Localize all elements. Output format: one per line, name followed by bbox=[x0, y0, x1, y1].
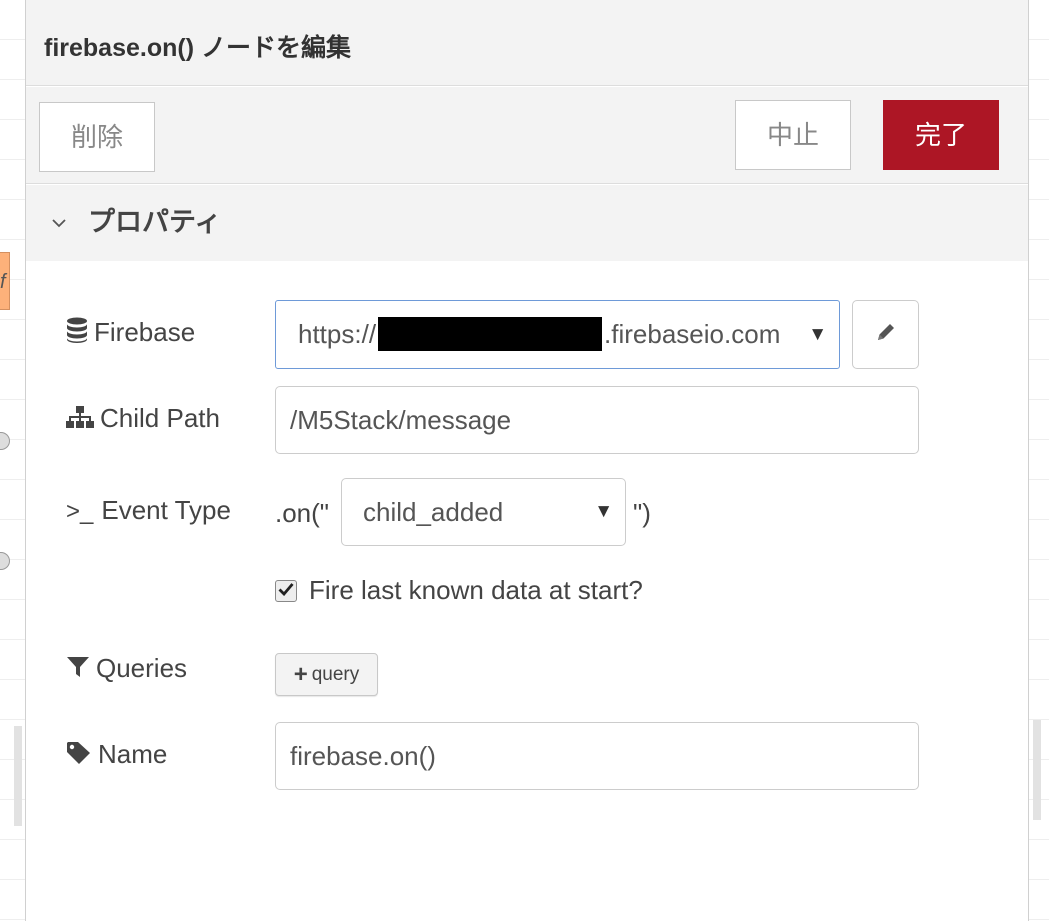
tray-toolbar: 削除 中止 完了 bbox=[26, 87, 1028, 184]
firebase-config-select[interactable]: https:// .firebaseio.com ▼ bbox=[275, 300, 840, 369]
name-label: Name bbox=[66, 734, 167, 774]
terminal-icon: >_ bbox=[66, 498, 94, 526]
child-path-label-text: Child Path bbox=[100, 403, 220, 433]
pencil-icon bbox=[875, 321, 897, 348]
firebase-label-text: Firebase bbox=[94, 317, 196, 347]
event-type-value: child_added bbox=[363, 497, 504, 527]
done-button[interactable]: 完了 bbox=[883, 100, 999, 170]
event-type-label-text: Event Type bbox=[101, 495, 231, 525]
add-query-label: query bbox=[311, 664, 360, 685]
plus-icon: + bbox=[293, 661, 308, 688]
filter-icon bbox=[66, 650, 90, 690]
delete-button[interactable]: 削除 bbox=[39, 102, 155, 172]
redacted-block bbox=[378, 317, 603, 352]
child-path-input[interactable]: /M5Stack/message bbox=[275, 386, 919, 454]
dropdown-caret-icon: ▼ bbox=[808, 324, 827, 345]
firebase-url-prefix: https:// bbox=[298, 319, 377, 349]
dropdown-caret-icon: ▼ bbox=[594, 501, 613, 522]
fire-last-checkbox[interactable] bbox=[275, 580, 297, 602]
edit-config-button[interactable] bbox=[852, 300, 919, 369]
database-icon bbox=[66, 314, 88, 354]
name-input[interactable]: firebase.on() bbox=[275, 722, 919, 790]
edit-tray: firebase.on() ノードを編集 削除 中止 完了 プロパティ Fire… bbox=[26, 14, 1028, 921]
on-suffix-text: ") bbox=[633, 498, 651, 528]
workspace-top-strip bbox=[0, 0, 1049, 14]
tag-icon bbox=[66, 736, 92, 776]
firebase-url-suffix: .firebaseio.com bbox=[604, 319, 781, 349]
workspace-left bbox=[0, 0, 26, 921]
workspace-scrollbar[interactable] bbox=[14, 726, 22, 826]
section-title: プロパティ bbox=[88, 207, 222, 237]
event-type-label: >_ Event Type bbox=[66, 490, 231, 530]
on-prefix-text: .on(" bbox=[275, 498, 330, 528]
tray-scrollbar[interactable] bbox=[1033, 720, 1041, 820]
tray-title: firebase.on() ノードを編集 bbox=[26, 14, 1028, 86]
properties-section-header[interactable]: プロパティ bbox=[26, 185, 1028, 261]
fire-last-label[interactable]: Fire last known data at start? bbox=[309, 570, 643, 610]
add-query-button[interactable]: + query bbox=[275, 653, 378, 696]
chevron-down-icon bbox=[52, 185, 66, 259]
child-path-label: Child Path bbox=[66, 398, 220, 438]
cancel-button[interactable]: 中止 bbox=[735, 100, 851, 170]
checkmark-icon bbox=[278, 582, 294, 601]
queries-label: Queries bbox=[66, 648, 187, 688]
firebase-label: Firebase bbox=[66, 312, 195, 352]
flow-node-stub[interactable]: f bbox=[0, 252, 10, 310]
sitemap-icon bbox=[66, 400, 94, 440]
queries-label-text: Queries bbox=[96, 653, 188, 683]
name-label-text: Name bbox=[98, 739, 168, 769]
event-type-select[interactable]: child_added ▼ bbox=[341, 478, 626, 546]
